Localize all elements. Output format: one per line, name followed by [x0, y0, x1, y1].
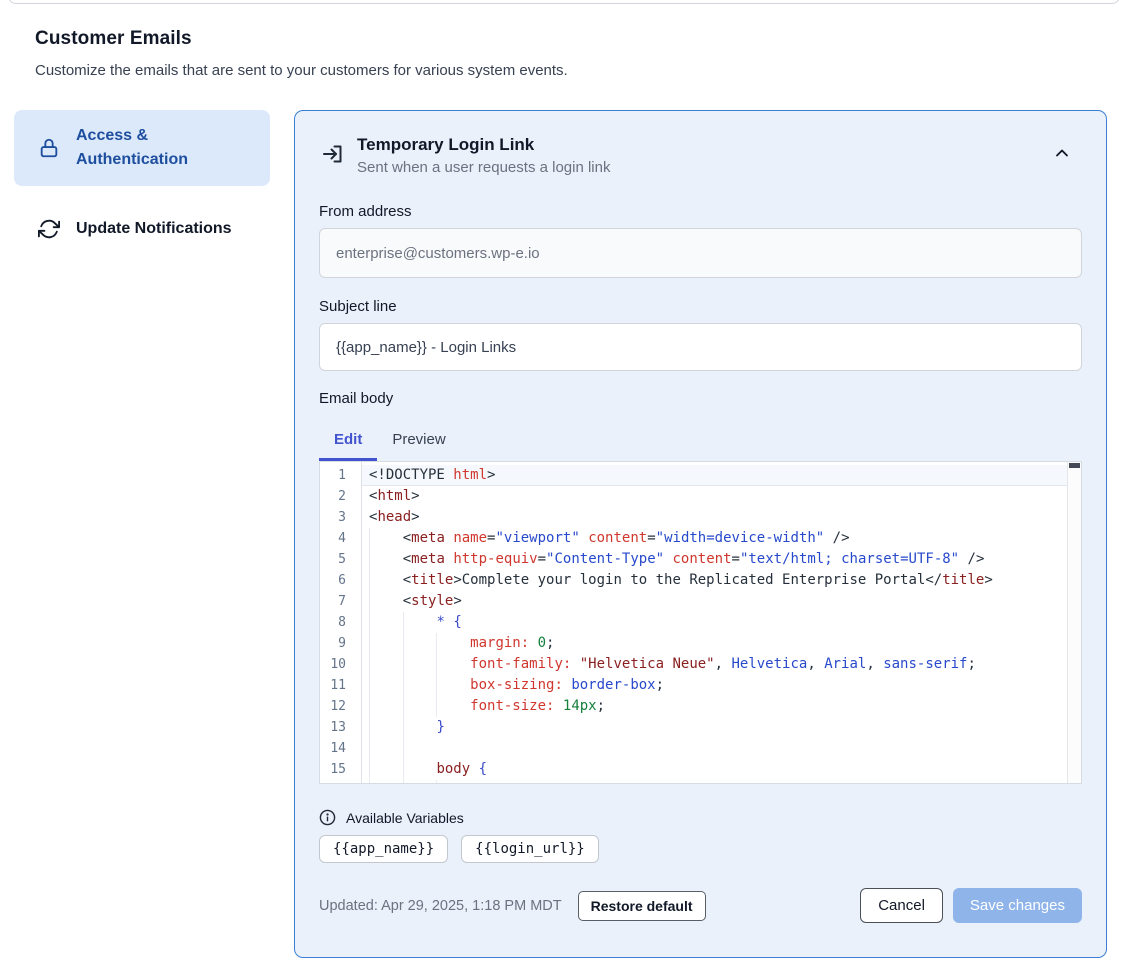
code-line[interactable]: <!DOCTYPE html>: [362, 465, 1081, 486]
code-line[interactable]: [362, 738, 1081, 759]
code-line[interactable]: }: [362, 717, 1081, 738]
code-editor[interactable]: 12345678910111213141516 <!DOCTYPE html><…: [319, 461, 1082, 784]
code-line[interactable]: body {: [362, 759, 1081, 780]
code-line[interactable]: <style>: [362, 591, 1081, 612]
line-number: 11: [320, 675, 361, 696]
tab-edit[interactable]: Edit: [319, 421, 377, 461]
code-text: <style>: [369, 593, 462, 609]
info-icon: [319, 809, 336, 826]
line-number: 13: [320, 717, 361, 738]
available-variables-row: Available Variables: [319, 809, 1082, 826]
refresh-icon: [38, 218, 60, 240]
panel-footer: Updated: Apr 29, 2025, 1:18 PM MDT Resto…: [319, 888, 1082, 923]
sidebar-item-label: Access & Authentication: [76, 124, 236, 172]
save-changes-button[interactable]: Save changes: [953, 888, 1082, 923]
code-text: <html>: [369, 488, 420, 504]
code-text: <meta http-equiv="Content-Type" content=…: [369, 551, 984, 567]
code-line[interactable]: margin: 0;: [362, 633, 1081, 654]
subject-line-input[interactable]: [319, 323, 1082, 371]
sidebar: Access & Authentication Update Notificati…: [14, 110, 270, 255]
chevron-up-icon: [1052, 143, 1074, 163]
previous-card-bottom-edge: [8, 0, 1120, 4]
page-header: Customer Emails Customize the emails tha…: [35, 28, 568, 79]
login-icon: [321, 142, 345, 166]
code-line[interactable]: <meta name="viewport" content="width=dev…: [362, 528, 1081, 549]
code-text: <head>: [369, 509, 420, 525]
from-address-label: From address: [319, 203, 1082, 220]
collapse-section-button[interactable]: [1052, 143, 1074, 165]
code-line[interactable]: <head>: [362, 507, 1081, 528]
restore-default-button[interactable]: Restore default: [578, 891, 706, 921]
code-text: box-sizing: border-box;: [369, 677, 664, 693]
line-number: 5: [320, 549, 361, 570]
line-number: 2: [320, 486, 361, 507]
line-number: 14: [320, 738, 361, 759]
from-address-input: [319, 228, 1082, 278]
line-number: 8: [320, 612, 361, 633]
line-number: 7: [320, 591, 361, 612]
sidebar-item-access-authentication[interactable]: Access & Authentication: [14, 110, 270, 186]
editor-code[interactable]: <!DOCTYPE html> <html> <head> <meta name="…: [362, 462, 1081, 783]
line-number: 12: [320, 696, 361, 717]
code-line[interactable]: box-sizing: border-box;: [362, 675, 1081, 696]
variable-chips: {{app_name}} {{login_url}}: [319, 835, 1082, 863]
code-line[interactable]: font-size: 14px;: [362, 696, 1081, 717]
tab-preview[interactable]: Preview: [377, 421, 460, 461]
variable-chip-app-name[interactable]: {{app_name}}: [319, 835, 448, 863]
code-text: font-size: 14px;: [369, 698, 605, 714]
editor-tabs: EditPreview: [319, 421, 1082, 461]
editor-scrollbar-thumb[interactable]: [1069, 463, 1080, 468]
code-text: font-family: "Helvetica Neue", Helvetica…: [369, 656, 976, 672]
available-variables-label: Available Variables: [346, 810, 464, 826]
line-number: 1: [320, 465, 361, 486]
panel-header-text: Temporary Login Link Sent when a user re…: [357, 135, 610, 176]
line-number: 3: [320, 507, 361, 528]
cancel-button[interactable]: Cancel: [860, 888, 943, 923]
sidebar-item-label: Update Notifications: [76, 217, 232, 241]
code-text: <!DOCTYPE html>: [369, 467, 495, 483]
line-number: 9: [320, 633, 361, 654]
line-number: 4: [320, 528, 361, 549]
email-template-panel: Temporary Login Link Sent when a user re…: [294, 110, 1107, 958]
code-text: body {: [369, 761, 487, 777]
code-line[interactable]: background-color: #ffffff;: [362, 780, 1081, 784]
updated-timestamp: Updated: Apr 29, 2025, 1:18 PM MDT: [319, 898, 562, 914]
email-body-label: Email body: [319, 390, 1082, 407]
code-line[interactable]: * {: [362, 612, 1081, 633]
panel-subtitle: Sent when a user requests a login link: [357, 159, 610, 176]
editor-scrollbar[interactable]: [1067, 462, 1081, 783]
sidebar-item-update-notifications[interactable]: Update Notifications: [14, 203, 270, 255]
code-text: * {: [369, 614, 462, 630]
page-subtitle: Customize the emails that are sent to yo…: [35, 62, 568, 79]
lock-icon: [38, 137, 60, 159]
line-number: 15: [320, 759, 361, 780]
editor-gutter: 12345678910111213141516: [320, 462, 362, 783]
panel-header: Temporary Login Link Sent when a user re…: [319, 135, 1082, 176]
code-line[interactable]: <html>: [362, 486, 1081, 507]
code-text: margin: 0;: [369, 635, 554, 651]
variable-chip-login-url[interactable]: {{login_url}}: [461, 835, 599, 863]
code-line[interactable]: font-family: "Helvetica Neue", Helvetica…: [362, 654, 1081, 675]
code-text: }: [369, 719, 445, 735]
line-number: 6: [320, 570, 361, 591]
code-line[interactable]: <title>Complete your login to the Replic…: [362, 570, 1081, 591]
code-text: <title>Complete your login to the Replic…: [369, 572, 993, 588]
line-number: 16: [320, 780, 361, 784]
code-line[interactable]: <meta http-equiv="Content-Type" content=…: [362, 549, 1081, 570]
panel-title: Temporary Login Link: [357, 135, 610, 155]
code-text: background-color: #ffffff;: [369, 782, 689, 784]
subject-line-label: Subject line: [319, 298, 1082, 315]
page-title: Customer Emails: [35, 28, 568, 50]
code-text: <meta name="viewport" content="width=dev…: [369, 530, 850, 546]
line-number: 10: [320, 654, 361, 675]
